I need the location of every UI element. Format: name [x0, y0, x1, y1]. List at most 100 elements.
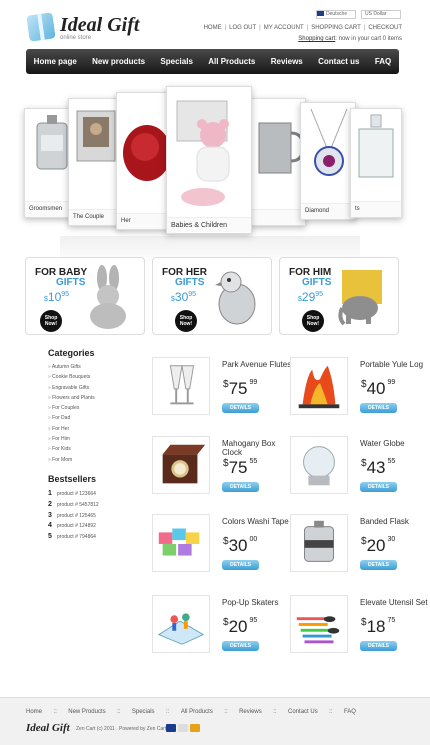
top-link-home[interactable]: HOME — [204, 25, 222, 31]
category-item[interactable]: For Him — [48, 434, 95, 444]
product-colors-washi-tape[interactable]: Colors Washi Tape $30 00 DETAILS — [152, 514, 289, 584]
details-button[interactable]: DETAILS — [360, 560, 397, 570]
slider-card-mug[interactable] — [250, 98, 306, 226]
nav-new-products[interactable]: New products — [92, 57, 145, 66]
cart-status: Shopping cart: now in your cart 0 items — [298, 36, 402, 42]
shop-now-button[interactable]: Shop Now! — [302, 310, 324, 332]
shop-now-button[interactable]: Shop Now! — [40, 310, 62, 332]
product-price: $18 75 — [361, 617, 395, 637]
price-cents: 55 — [387, 458, 396, 465]
elephant-bookends-image — [338, 270, 382, 326]
nav-all-products[interactable]: All Products — [208, 57, 255, 66]
details-button[interactable]: DETAILS — [360, 482, 397, 492]
product-name[interactable]: Colors Washi Tape — [222, 517, 292, 526]
details-button[interactable]: DETAILS — [222, 403, 259, 413]
water-globe-image — [290, 436, 348, 494]
bestseller-list: 1 product # 123664 2 product # 5457812 3 pr… — [48, 489, 99, 543]
tankard-image — [258, 122, 305, 174]
promo-her-gifts[interactable]: FOR HER GIFTS $3095 Shop Now! — [152, 257, 272, 335]
footer-link-contact[interactable]: Contact Us — [288, 709, 318, 715]
bestseller-item[interactable]: 1 product # 123664 — [48, 489, 99, 500]
slider-caption: ts — [351, 201, 401, 217]
slider-card-decanter[interactable]: ts — [350, 108, 402, 218]
cart-link[interactable]: Shopping cart — [298, 36, 335, 42]
product-name[interactable]: Park Avenue Flutes — [222, 360, 292, 369]
product-pop-up-skaters[interactable]: Pop-Up Skaters $20 95 DETAILS — [152, 595, 278, 665]
page: { "header":{"logo_title":"Ideal Gift","l… — [0, 0, 430, 745]
bestseller-rank: 5 — [48, 533, 52, 541]
product-banded-flask[interactable]: Banded Flask $20 30 DETAILS — [290, 514, 409, 584]
footer-link-reviews[interactable]: Reviews — [239, 709, 262, 715]
gift-box-logo-icon — [26, 12, 56, 42]
top-link-account[interactable]: MY ACCOUNT — [264, 25, 304, 31]
footer-link-all-products[interactable]: All Products — [181, 709, 213, 715]
product-name[interactable]: Portable Yule Log — [360, 360, 430, 369]
shop-now-button[interactable]: Shop Now! — [175, 310, 197, 332]
category-item[interactable]: Cookie Bouquets — [48, 372, 95, 382]
footer-link-home[interactable]: Home — [26, 709, 42, 715]
product-portable-yule-log[interactable]: Portable Yule Log $40 99 DETAILS — [290, 357, 423, 427]
footer-separator: :: — [117, 709, 121, 715]
price-cents: 00 — [249, 536, 258, 543]
footer-separator: :: — [273, 709, 277, 715]
category-item[interactable]: Autumn Gifts — [48, 362, 95, 372]
nav-reviews[interactable]: Reviews — [271, 57, 303, 66]
top-link-logout[interactable]: LOG OUT — [229, 25, 256, 31]
product-mahogany-box-clock[interactable]: Mahogany Box Clock $75 55 DETAILS — [152, 436, 275, 506]
product-name[interactable]: Water Globe — [360, 439, 430, 448]
top-link-cart[interactable]: SHOPPING CART — [311, 25, 361, 31]
category-item[interactable]: Engravable Gifts — [48, 383, 95, 393]
product-name[interactable]: Pop-Up Skaters — [222, 598, 292, 607]
category-item[interactable]: For Mom — [48, 455, 95, 465]
promo-him-gifts[interactable]: FOR HIM GIFTS $2995 Shop Now! — [279, 257, 399, 335]
promo-baby-gifts[interactable]: FOR BABY GIFTS $1095 Shop Now! — [25, 257, 145, 335]
product-name[interactable]: Elevate Utensil Set — [360, 598, 430, 607]
details-button[interactable]: DETAILS — [222, 560, 259, 570]
promo-price: $1095 — [44, 290, 69, 304]
nav-specials[interactable]: Specials — [160, 57, 192, 66]
product-elevate-utensil-set[interactable]: Elevate Utensil Set $18 75 DETAILS — [290, 595, 428, 665]
details-button[interactable]: DETAILS — [360, 403, 397, 413]
category-item[interactable]: For Dad — [48, 413, 95, 423]
footer-link-faq[interactable]: FAQ — [344, 709, 356, 715]
bestseller-item[interactable]: 2 product # 5457812 — [48, 500, 99, 511]
promo-price: $3095 — [171, 290, 196, 304]
nav-home[interactable]: Home page — [34, 57, 77, 66]
bestseller-item[interactable]: 4 product # 124892 — [48, 521, 99, 532]
product-price: $75 99 — [223, 379, 257, 399]
nav-contact[interactable]: Contact us — [318, 57, 359, 66]
category-item[interactable]: Flowers and Plants — [48, 393, 95, 403]
details-button[interactable]: DETAILS — [222, 482, 259, 492]
price-cents: 95 — [249, 617, 258, 624]
logo-title[interactable]: Ideal Gift — [60, 14, 139, 37]
footer-link-new-products[interactable]: New Products — [68, 709, 105, 715]
category-item[interactable]: For Couples — [48, 403, 95, 413]
nav-faq[interactable]: FAQ — [375, 57, 391, 66]
footer-logo[interactable]: Ideal Gift — [26, 722, 70, 734]
teddy-bear-image — [176, 100, 230, 206]
slider-card-her[interactable]: Her — [116, 92, 172, 230]
promo-price-cents: 95 — [315, 291, 324, 298]
product-name[interactable]: Banded Flask — [360, 517, 430, 526]
slider-card-diamond[interactable]: Diamond — [300, 102, 356, 220]
bestseller-label: product # 123664 — [57, 491, 96, 497]
slider-card-couple[interactable]: The Couple — [68, 98, 122, 226]
silver-bird-image — [215, 271, 256, 325]
price-dollars: 43 — [366, 458, 386, 477]
box-clock-image — [152, 436, 210, 494]
category-item[interactable]: For Kids — [48, 444, 95, 454]
currency-select[interactable]: US Dollar — [361, 10, 401, 19]
product-water-globe[interactable]: Water Globe $43 55 DETAILS — [290, 436, 408, 506]
payment-cards-icon — [166, 724, 200, 732]
footer-link-specials[interactable]: Specials — [132, 709, 155, 715]
slider-card-babies[interactable]: Babies & Children — [166, 86, 252, 234]
details-button[interactable]: DETAILS — [222, 641, 259, 651]
pop-up-card-image — [152, 595, 210, 653]
top-link-checkout[interactable]: CHECKOUT — [368, 25, 402, 31]
bestseller-item[interactable]: 3 product # 125465 — [48, 511, 99, 522]
details-button[interactable]: DETAILS — [360, 641, 397, 651]
product-park-avenue-flutes[interactable]: Park Avenue Flutes $75 99 DETAILS — [152, 357, 291, 427]
product-name[interactable]: Mahogany Box Clock — [222, 439, 292, 457]
category-item[interactable]: For Her — [48, 424, 95, 434]
bestseller-item[interactable]: 5 product # 794864 — [48, 532, 99, 543]
